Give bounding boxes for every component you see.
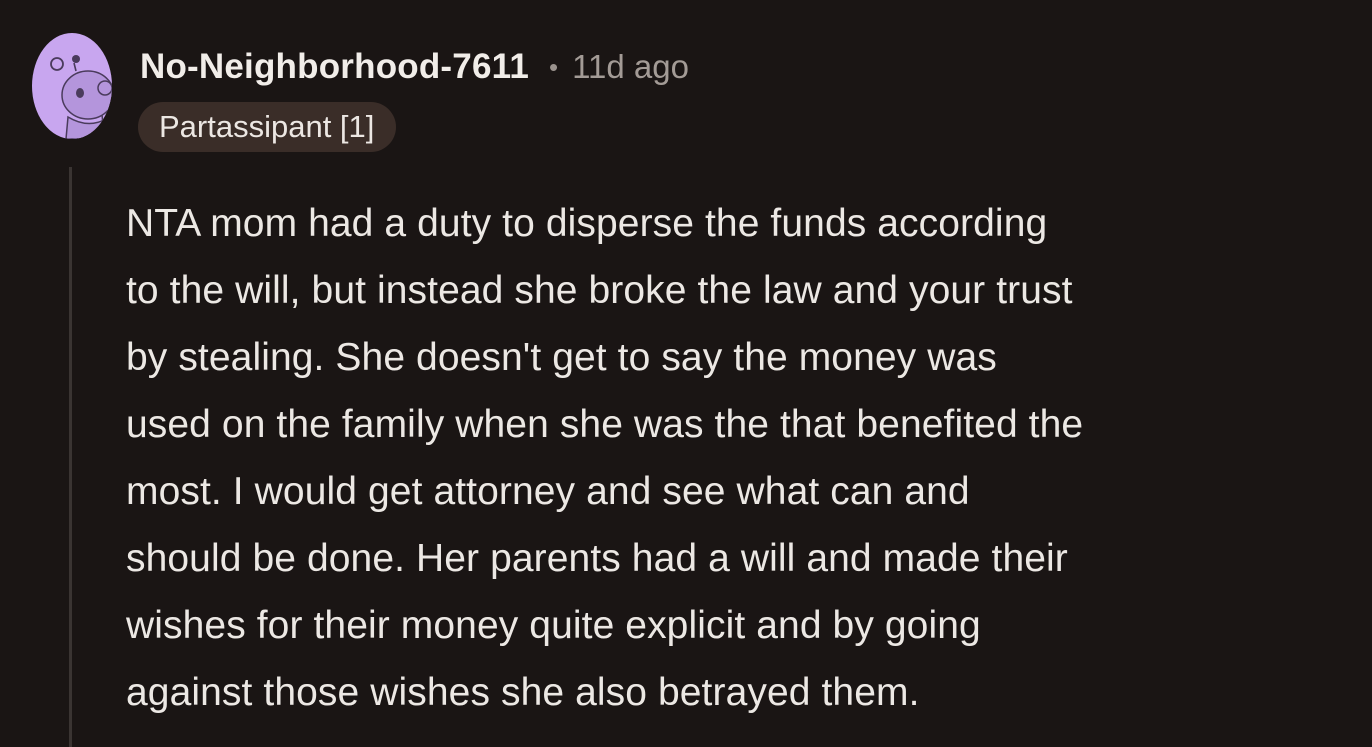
comment-meta: No-Neighborhood-7611 • 11d ago xyxy=(140,44,689,90)
user-avatar[interactable] xyxy=(32,33,112,139)
snoo-avatar-icon xyxy=(50,55,112,139)
user-flair: Partassipant [1] xyxy=(138,102,397,152)
username-link[interactable]: No-Neighborhood-7611 xyxy=(140,47,529,87)
thread-line[interactable] xyxy=(69,167,72,747)
comment-body: NTA mom had a duty to disperse the funds… xyxy=(126,202,1084,714)
comment-timestamp[interactable]: 11d ago xyxy=(572,48,689,86)
meta-separator: • xyxy=(549,51,559,82)
